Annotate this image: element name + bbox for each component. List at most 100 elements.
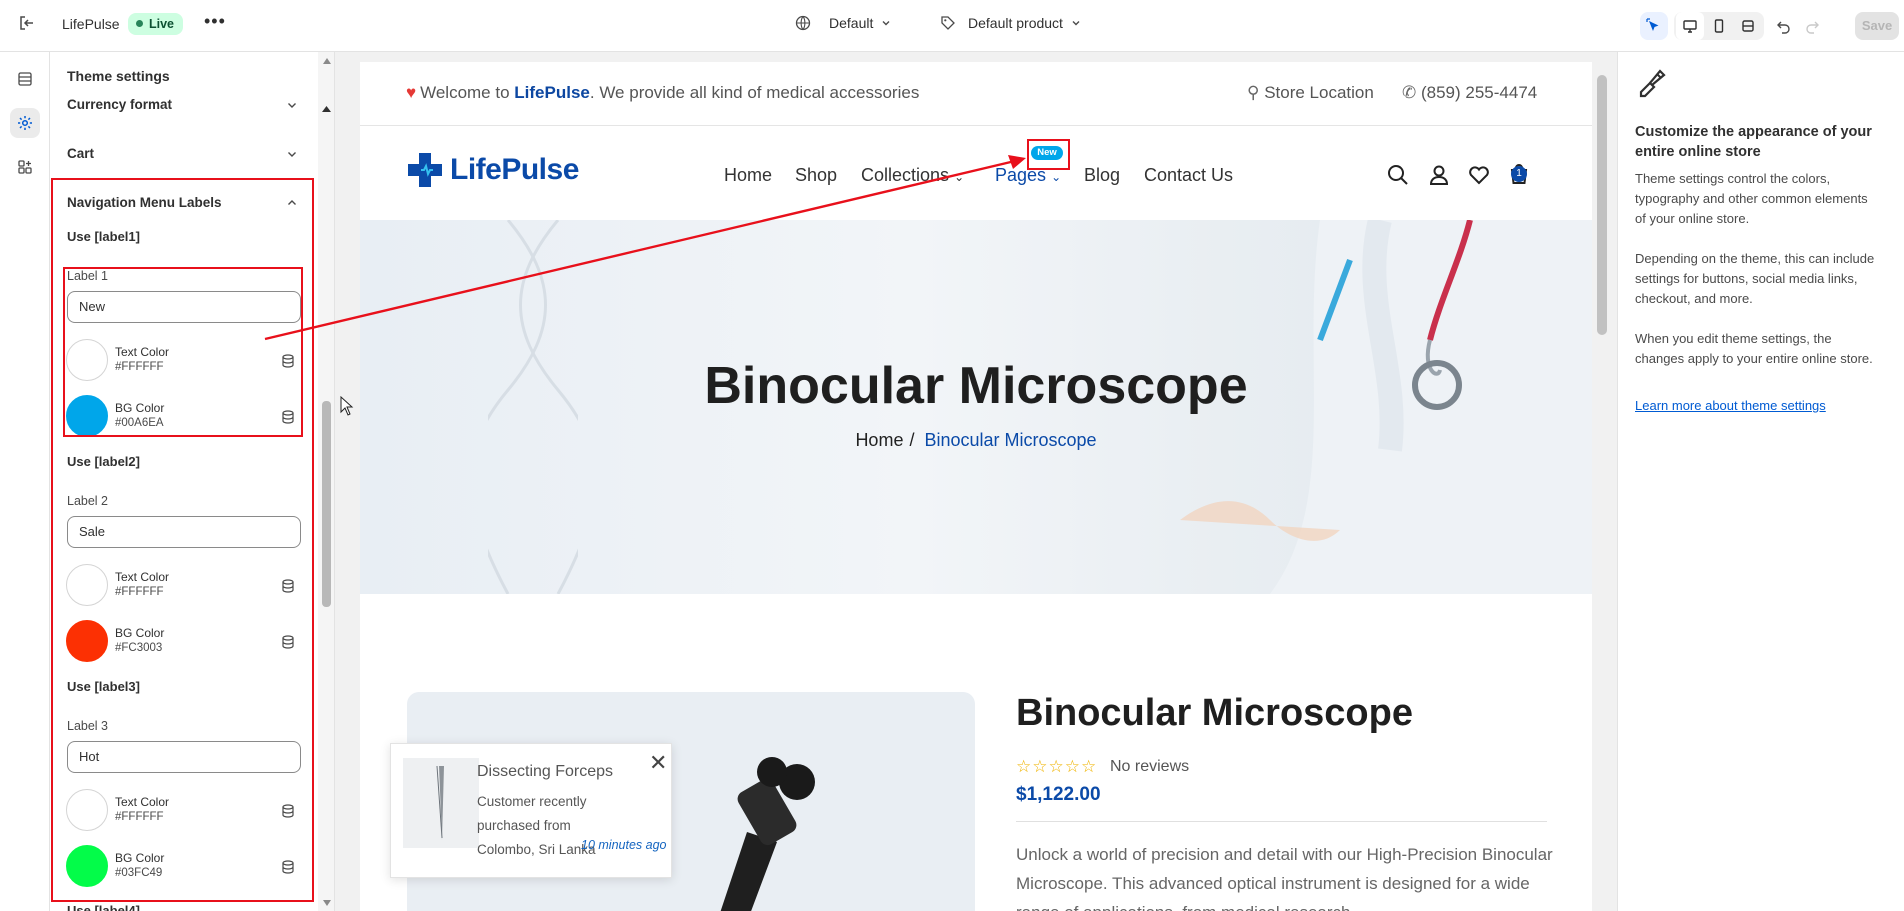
phone-link[interactable]: ✆ (859) 255-4474 bbox=[1402, 83, 1537, 103]
section-currency-format[interactable]: Currency format bbox=[67, 97, 172, 112]
section-cart[interactable]: Cart bbox=[67, 146, 94, 161]
theme-settings-icon[interactable] bbox=[10, 108, 40, 138]
nav-collections[interactable]: Collections ⌄ bbox=[861, 165, 964, 186]
reviews-count[interactable]: No reviews bbox=[1110, 758, 1189, 776]
store-name: LifePulse bbox=[62, 16, 120, 32]
panel-title: Theme settings bbox=[67, 68, 170, 84]
label3-field-label: Label 3 bbox=[67, 719, 109, 733]
scroll-down-icon[interactable] bbox=[323, 900, 331, 906]
microscope-image bbox=[720, 757, 815, 911]
chevron-down-icon: ⌄ bbox=[954, 170, 965, 184]
search-icon[interactable] bbox=[1387, 164, 1409, 186]
database-icon[interactable] bbox=[281, 635, 295, 649]
label1-text-color-name: Text Color bbox=[115, 345, 170, 359]
database-icon[interactable] bbox=[281, 410, 295, 424]
label2-bg-color-swatch[interactable] bbox=[66, 620, 108, 662]
database-icon[interactable] bbox=[281, 860, 295, 874]
panel-scrollbar-thumb[interactable] bbox=[322, 401, 331, 607]
label2-bg-color-hex: #FC3003 bbox=[115, 642, 163, 654]
scroll-up-icon[interactable] bbox=[323, 58, 331, 64]
label1-text-color-swatch[interactable] bbox=[66, 339, 108, 381]
exit-icon[interactable] bbox=[16, 14, 38, 36]
desktop-view-icon[interactable] bbox=[1676, 12, 1704, 40]
chevron-down-icon: ⌄ bbox=[1051, 170, 1062, 184]
tag-icon bbox=[941, 16, 955, 30]
wishlist-heart-icon[interactable] bbox=[1468, 165, 1490, 185]
nav-contact-us[interactable]: Contact Us bbox=[1144, 165, 1233, 186]
store-location-link[interactable]: ⚲ Store Location bbox=[1247, 83, 1374, 103]
nav-home[interactable]: Home bbox=[724, 165, 772, 186]
theme-settings-panel: Theme settings Currency format Cart Navi… bbox=[50, 52, 335, 911]
info-panel-paragraph: Depending on the theme, this can include… bbox=[1635, 251, 1875, 306]
account-icon[interactable] bbox=[1428, 164, 1450, 186]
breadcrumb: Home / Binocular Microscope bbox=[855, 430, 1097, 450]
label3-text-color-swatch[interactable] bbox=[66, 789, 108, 831]
sections-icon[interactable] bbox=[10, 64, 40, 94]
chevron-up-icon[interactable] bbox=[286, 197, 298, 209]
label2-text-color-name: Text Color bbox=[115, 570, 170, 584]
product-description: Unlock a world of precision and detail w… bbox=[1016, 845, 1553, 911]
section-navigation-menu-labels[interactable]: Navigation Menu Labels bbox=[67, 195, 222, 210]
page-hero-banner: Binocular Microscope Home / Binocular Micr… bbox=[360, 220, 1592, 594]
forceps-image bbox=[436, 765, 444, 840]
apps-icon[interactable] bbox=[10, 152, 40, 182]
popup-time: 10 minutes ago bbox=[581, 838, 667, 852]
info-panel: Customize the appearance of your entire … bbox=[1617, 52, 1904, 911]
product-price: $1,122.00 bbox=[1016, 784, 1101, 805]
label1-input[interactable]: New bbox=[67, 291, 301, 323]
fullscreen-icon[interactable] bbox=[1734, 12, 1762, 40]
hero-title: Binocular Microscope bbox=[704, 357, 1248, 415]
announcement-bar: ♥ Welcome to LifePulse. We provide all ki… bbox=[360, 62, 1592, 126]
use-label4-heading: Use [label4] bbox=[67, 903, 140, 911]
label1-bg-color-swatch[interactable] bbox=[66, 395, 108, 437]
redo-icon[interactable] bbox=[1798, 12, 1826, 40]
welcome-text: ♥ Welcome to LifePulse. We provide all ki… bbox=[406, 83, 920, 102]
cart-count-badge: 1 bbox=[1511, 166, 1527, 182]
label2-text-color-swatch[interactable] bbox=[66, 564, 108, 606]
close-icon[interactable]: ✕ bbox=[649, 752, 667, 774]
label2-field-label: Label 2 bbox=[67, 494, 109, 508]
site-logo[interactable]: LifePulse bbox=[406, 151, 579, 189]
undo-icon[interactable] bbox=[1770, 12, 1798, 40]
label1-text-color-hex: #FFFFFF bbox=[115, 361, 164, 373]
database-icon[interactable] bbox=[281, 579, 295, 593]
nav-shop[interactable]: Shop bbox=[795, 165, 837, 186]
label3-bg-color-hex: #03FC49 bbox=[115, 867, 163, 879]
nav-pages[interactable]: Pages ⌄ bbox=[995, 165, 1061, 186]
map-pin-icon: ⚲ bbox=[1247, 83, 1260, 102]
breadcrumb-current: Binocular Microscope bbox=[924, 430, 1097, 450]
mobile-view-icon[interactable] bbox=[1705, 12, 1733, 40]
phone-icon: ✆ bbox=[1402, 83, 1417, 102]
use-label2-heading: Use [label2] bbox=[67, 454, 140, 469]
storefront-preview: ♥ Welcome to LifePulse. We provide all ki… bbox=[360, 62, 1592, 911]
template-selector[interactable]: Default product bbox=[940, 15, 1081, 31]
heart-icon: ♥ bbox=[406, 83, 417, 102]
nav-blog[interactable]: Blog bbox=[1084, 165, 1120, 186]
label2-bg-color-name: BG Color bbox=[115, 626, 165, 640]
more-actions-button[interactable]: ••• bbox=[204, 11, 226, 32]
viewport-switcher bbox=[1674, 12, 1764, 40]
info-panel-paragraph: When you edit theme settings, the change… bbox=[1635, 331, 1873, 366]
inspector-icon[interactable] bbox=[1640, 12, 1668, 40]
info-panel-paragraph: Theme settings control the colors, typog… bbox=[1635, 171, 1868, 226]
chevron-down-icon[interactable] bbox=[286, 148, 298, 160]
label3-text-color-hex: #FFFFFF bbox=[115, 811, 164, 823]
label2-input[interactable]: Sale bbox=[67, 516, 301, 548]
use-label1-heading: Use [label1] bbox=[67, 229, 140, 244]
status-dot-icon bbox=[136, 20, 143, 27]
database-icon[interactable] bbox=[281, 354, 295, 368]
database-icon[interactable] bbox=[281, 804, 295, 818]
preview-scrollbar-thumb[interactable] bbox=[1597, 75, 1607, 335]
recent-purchase-popup[interactable]: Dissecting Forceps Customer recently pur… bbox=[390, 743, 672, 878]
breadcrumb-home[interactable]: Home bbox=[855, 430, 903, 450]
save-button[interactable]: Save bbox=[1855, 12, 1899, 40]
theme-selector[interactable]: Default bbox=[795, 15, 891, 31]
scroll-up-icon[interactable] bbox=[318, 105, 335, 113]
use-label3-heading: Use [label3] bbox=[67, 679, 140, 694]
chevron-down-icon[interactable] bbox=[286, 99, 298, 111]
label3-bg-color-swatch[interactable] bbox=[66, 845, 108, 887]
info-panel-title: Customize the appearance of your entire … bbox=[1635, 124, 1872, 160]
learn-more-link[interactable]: Learn more about theme settings bbox=[1635, 398, 1826, 413]
label3-input[interactable]: Hot bbox=[67, 741, 301, 773]
label3-bg-color-name: BG Color bbox=[115, 851, 165, 865]
